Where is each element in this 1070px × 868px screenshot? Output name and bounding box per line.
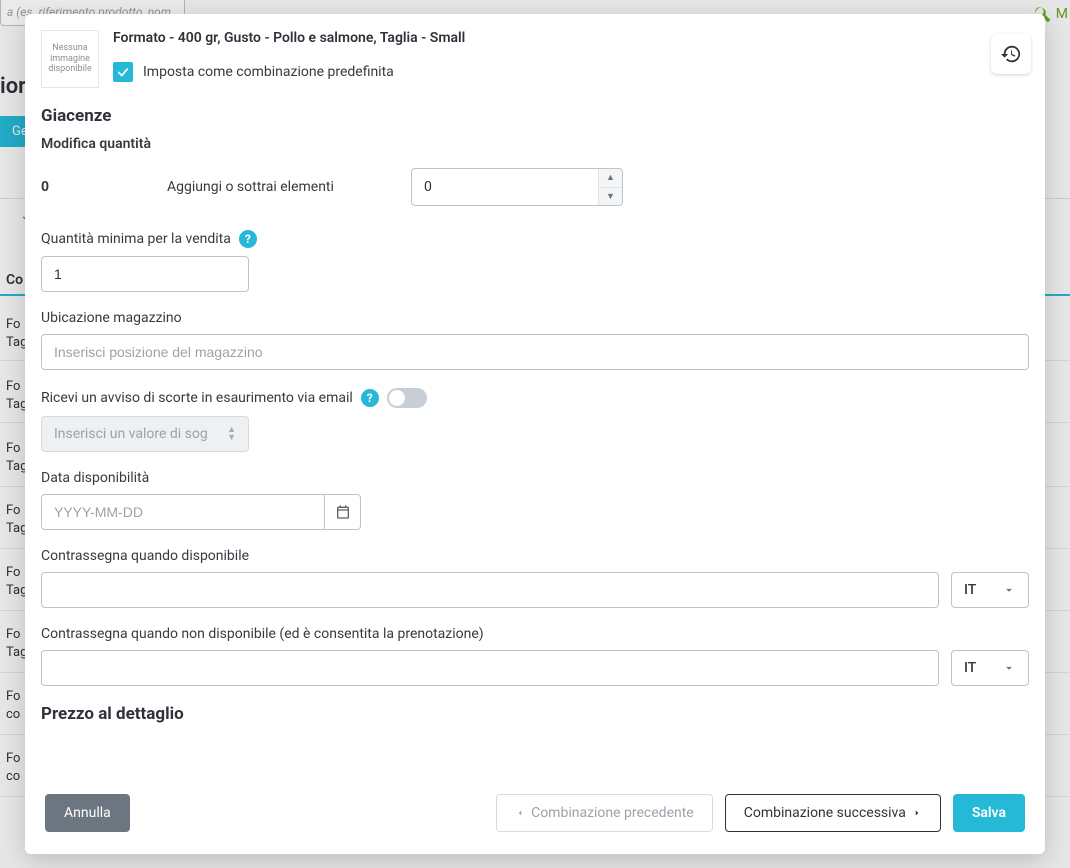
available-msg-input[interactable] (41, 572, 939, 608)
default-combination-label: Imposta come combinazione predefinita (143, 64, 394, 80)
stepper-icon: ▲▼ (227, 426, 236, 442)
stock-location-label: Ubicazione magazzino (41, 310, 182, 326)
next-combination-button[interactable]: Combinazione successiva (725, 794, 941, 832)
available-lang-select[interactable]: IT (951, 572, 1029, 608)
help-icon[interactable]: ? (239, 230, 257, 248)
default-combination-checkbox[interactable] (113, 62, 133, 82)
history-button[interactable] (991, 34, 1031, 74)
chevron-down-icon (1002, 583, 1016, 597)
retail-price-heading: Prezzo al dettaglio (41, 704, 1029, 724)
cancel-button[interactable]: Annulla (45, 794, 130, 832)
stocks-heading: Giacenze (41, 106, 1029, 126)
history-icon (1000, 43, 1022, 65)
calendar-button[interactable] (325, 494, 361, 530)
low-stock-label: Ricevi un avviso di scorte in esauriment… (41, 390, 353, 406)
chevron-left-icon (515, 808, 525, 818)
unavailable-lang-select[interactable]: IT (951, 650, 1029, 686)
combination-modal: Nessuna immagine disponibile Formato - 4… (25, 14, 1045, 854)
calendar-icon (335, 504, 351, 520)
unavailable-lang-value: IT (964, 660, 976, 676)
min-qty-label: Quantità minima per la vendita (41, 231, 231, 247)
qty-stepper[interactable]: ▲ ▼ (598, 169, 622, 205)
modify-qty-heading: Modifica quantità (41, 136, 1029, 152)
stepper-down-icon[interactable]: ▼ (599, 188, 622, 206)
combination-title: Formato - 400 gr, Gusto - Pollo e salmon… (113, 30, 1029, 46)
check-icon (116, 65, 130, 79)
combination-thumbnail: Nessuna immagine disponibile (41, 30, 99, 88)
qty-delta-value: 0 (424, 179, 432, 195)
prev-combination-button[interactable]: Combinazione precedente (496, 794, 713, 832)
availability-date-label: Data disponibilità (41, 470, 149, 486)
stepper-up-icon[interactable]: ▲ (599, 169, 622, 188)
stock-location-input[interactable] (41, 334, 1029, 370)
chevron-right-icon (912, 808, 922, 818)
add-sub-label: Aggiungi o sottrai elementi (167, 179, 411, 195)
availability-date-input[interactable] (41, 494, 325, 530)
min-qty-input[interactable] (41, 256, 249, 292)
low-stock-placeholder: Inserisci un valore di sog (54, 426, 208, 442)
qty-delta-input[interactable]: 0 ▲ ▼ (411, 168, 623, 206)
available-lang-value: IT (964, 582, 976, 598)
current-qty-value: 0 (41, 179, 167, 195)
low-stock-toggle[interactable] (387, 388, 427, 408)
unavailable-msg-input[interactable] (41, 650, 939, 686)
save-button[interactable]: Salva (953, 794, 1025, 832)
unavailable-msg-label: Contrassegna quando non disponibile (ed … (41, 626, 484, 642)
chevron-down-icon (1002, 661, 1016, 675)
modal-footer: Annulla Combinazione precedente Combinaz… (25, 779, 1045, 854)
available-msg-label: Contrassegna quando disponibile (41, 548, 249, 564)
low-stock-threshold-input: Inserisci un valore di sog ▲▼ (41, 416, 249, 452)
help-icon[interactable]: ? (361, 389, 379, 407)
